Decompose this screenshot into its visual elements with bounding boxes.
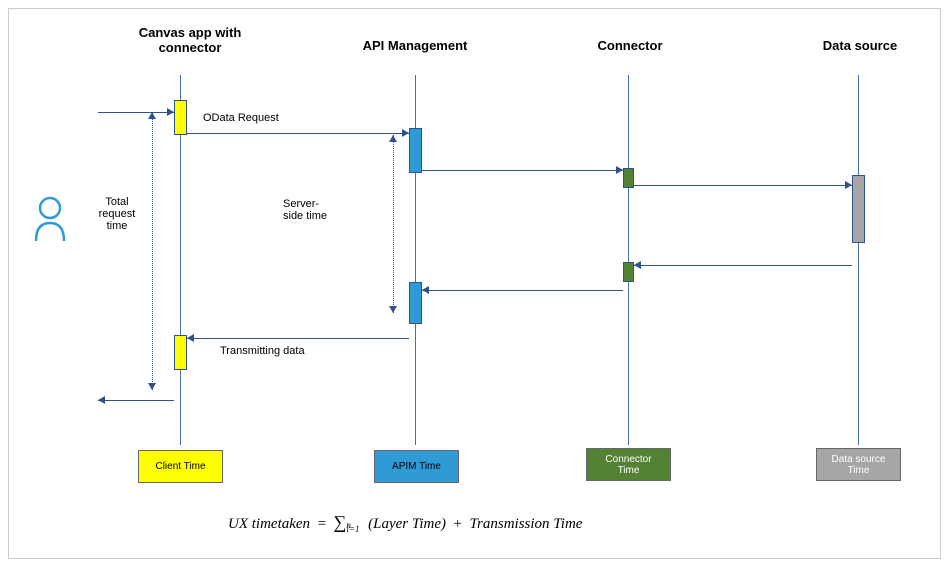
legend-client-time: Client Time [138,450,223,483]
lane-header-datasource: Data source [810,38,910,53]
arrow-canvas-to-user [98,400,174,401]
arrow-apim-to-canvas [187,338,409,339]
arrow-head-connector-to-apim [422,286,429,294]
arrow-user-to-canvas [98,112,174,113]
legend-apim-time: APIM Time [374,450,459,483]
span-total-request [152,112,153,390]
formula: UX timetaken = ∑ni=1 (Layer Time) + Tran… [228,512,582,533]
activation-apim-2 [409,282,422,324]
formula-plus: + [454,516,462,532]
formula-term2: Transmission Time [470,516,583,532]
activation-canvas-1 [174,100,187,135]
user-icon [30,195,70,245]
lane-header-apim: API Management [355,38,475,53]
arrow-head-apim-to-canvas [187,334,194,342]
activation-apim-1 [409,128,422,173]
legend-connector-time: Connector Time [586,448,671,481]
span-total-arrow-up [148,112,156,119]
arrow-head-canvas-to-user [98,396,105,404]
activation-connector-1 [623,168,634,188]
activation-connector-2 [623,262,634,282]
formula-lhs: UX timetaken [228,516,310,532]
span-server-side [393,135,394,313]
activation-canvas-2 [174,335,187,370]
arrow-datasource-to-connector [634,265,852,266]
formula-sub: i=1 [346,524,359,534]
arrow-connector-to-datasource [634,185,852,186]
label-transmitting-data: Transmitting data [220,345,305,357]
arrow-connector-to-apim [422,290,623,291]
label-total-request-time: Total request time [92,196,142,232]
span-total-arrow-down [148,383,156,390]
span-server-arrow-down [389,306,397,313]
lifeline-connector [628,75,629,445]
arrow-head-user-to-canvas [167,108,174,116]
arrow-head-apim-to-connector [616,166,623,174]
arrow-head-canvas-to-apim [402,129,409,137]
arrow-canvas-to-apim [187,133,409,134]
span-server-arrow-up [389,135,397,142]
lane-header-canvas: Canvas app with connector [130,25,250,55]
lane-header-connector: Connector [580,38,680,53]
activation-datasource [852,175,865,243]
formula-eq: = [318,516,326,532]
formula-term1: (Layer Time) [368,516,446,532]
arrow-head-datasource-to-connector [634,261,641,269]
lifeline-datasource [858,75,859,445]
legend-datasource-time: Data source Time [816,448,901,481]
arrow-head-connector-to-datasource [845,181,852,189]
sigma-icon: ∑ [334,512,347,532]
label-server-side-time: Server- side time [283,198,338,222]
arrow-apim-to-connector [422,170,623,171]
label-odata-request: OData Request [203,112,279,124]
